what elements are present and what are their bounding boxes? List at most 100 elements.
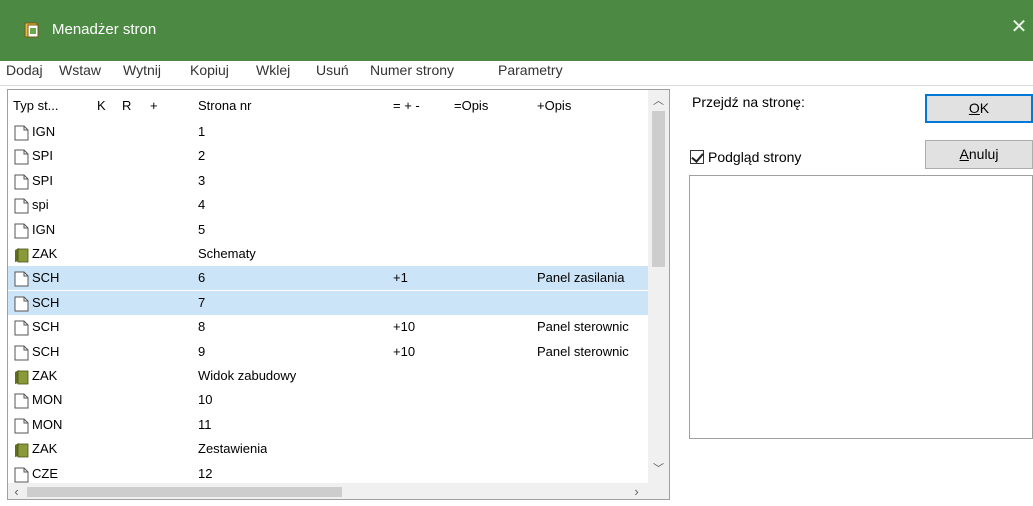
- horizontal-scrollbar[interactable]: ‹ ›: [8, 483, 648, 499]
- menu-item-usun[interactable]: Usuń: [316, 62, 349, 78]
- vertical-scroll-thumb[interactable]: [652, 111, 665, 267]
- table-row[interactable]: SCH 9 +10 Panel sterownic: [8, 340, 648, 364]
- column-typ[interactable]: Typ st...: [13, 98, 59, 113]
- menu-item-parametry[interactable]: Parametry: [498, 62, 563, 78]
- page-icon: [14, 296, 29, 312]
- page-icon: [14, 125, 29, 141]
- page-list[interactable]: Typ st... K R + Strona nr = + - =Opis +O…: [7, 89, 670, 500]
- column-strona-nr[interactable]: Strona nr: [198, 98, 251, 113]
- menu-bar: Dodaj Wstaw Wytnij Kopiuj Wklej Usuń Num…: [0, 61, 1033, 86]
- row-page-number: Widok zabudowy: [198, 368, 297, 383]
- table-row[interactable]: SPI 3: [8, 169, 648, 193]
- row-page-number: 3: [198, 172, 206, 188]
- scroll-down-icon[interactable]: ﹀: [648, 460, 669, 478]
- scroll-corner: [648, 483, 669, 499]
- table-row[interactable]: MON 10: [8, 388, 648, 412]
- table-row[interactable]: IGN 1: [8, 120, 648, 144]
- row-type: SCH: [32, 319, 60, 335]
- row-delta: +1: [393, 270, 408, 286]
- preview-label: Podgląd strony: [708, 149, 802, 165]
- column-plus[interactable]: +: [150, 98, 158, 113]
- row-type: IGN: [32, 124, 56, 139]
- cancel-mnemonic: A: [959, 146, 969, 162]
- column-delta[interactable]: = + -: [393, 98, 420, 113]
- row-page-number: 2: [198, 148, 206, 164]
- page-icon: [14, 223, 29, 239]
- preview-checkbox[interactable]: Podgląd strony: [690, 149, 801, 165]
- table-row[interactable]: ZAK Schematy: [8, 242, 648, 266]
- column-opis[interactable]: =Opis: [454, 98, 488, 113]
- table-row[interactable]: spi 4: [8, 193, 648, 217]
- row-page-number: 4: [198, 197, 206, 213]
- menu-item-kopiuj[interactable]: Kopiuj: [190, 62, 229, 78]
- menu-item-numer-strony[interactable]: Numer strony: [370, 62, 454, 78]
- row-delta: +10: [393, 319, 416, 335]
- menu-item-wklej[interactable]: Wklej: [256, 62, 290, 78]
- page-icon: [14, 198, 29, 214]
- title-bar: Menadżer stron ✕: [0, 0, 1033, 61]
- table-row[interactable]: SCH 8 +10 Panel sterownic: [8, 315, 648, 339]
- row-type: SCH: [32, 343, 60, 359]
- row-type: ZAK: [32, 368, 58, 383]
- row-type: MON: [32, 416, 63, 432]
- table-row[interactable]: MON 11: [8, 413, 648, 437]
- row-plus-opis: Panel sterownic: [537, 343, 629, 359]
- cancel-button[interactable]: Anuluj: [925, 140, 1033, 169]
- folder-icon: [15, 443, 29, 458]
- table-row[interactable]: ZAK Widok zabudowy: [8, 364, 648, 388]
- scroll-left-icon[interactable]: ‹: [8, 483, 25, 499]
- scroll-right-icon[interactable]: ›: [628, 483, 645, 499]
- row-type: SPI: [32, 148, 53, 164]
- app-icon: [24, 22, 39, 38]
- row-page-number: 12: [198, 465, 213, 481]
- table-row[interactable]: SPI 2: [8, 144, 648, 168]
- table-row[interactable]: ZAK Zestawienia: [8, 437, 648, 461]
- vertical-scrollbar[interactable]: ︿ ﹀: [648, 90, 669, 483]
- page-icon: [14, 149, 29, 165]
- menu-item-dodaj[interactable]: Dodaj: [6, 62, 43, 78]
- table-row[interactable]: CZE 12: [8, 462, 648, 486]
- menu-item-wstaw[interactable]: Wstaw: [59, 62, 101, 78]
- table-row[interactable]: SCH 7: [8, 290, 648, 315]
- row-type: spi: [32, 197, 49, 213]
- row-type: ZAK: [32, 246, 58, 261]
- table-row[interactable]: SCH 6 +1 Panel zasilania: [8, 266, 648, 291]
- scroll-up-icon[interactable]: ︿: [648, 92, 669, 110]
- horizontal-scroll-thumb[interactable]: [27, 487, 342, 497]
- page-icon: [14, 320, 29, 336]
- page-icon: [14, 393, 29, 409]
- row-type: MON: [32, 392, 63, 408]
- row-type: IGN: [32, 221, 56, 237]
- column-header: Typ st... K R + Strona nr = + - =Opis +O…: [8, 90, 648, 120]
- ok-mnemonic: O: [968, 100, 980, 116]
- table-row[interactable]: IGN 5: [8, 218, 648, 242]
- table-body: IGN 1 SPI 2 SPI 3 spi 4 IGN 5 ZAK Schematy SCH 6 +1 Pan…: [8, 120, 648, 486]
- row-type: SCH: [32, 294, 60, 310]
- folder-icon: [15, 248, 29, 263]
- row-page-number: 6: [198, 270, 206, 286]
- page-icon: [14, 418, 29, 434]
- row-page-number: Schematy: [198, 246, 256, 261]
- row-type: SPI: [32, 172, 53, 188]
- row-type: CZE: [32, 465, 58, 481]
- goto-page-input[interactable]: [690, 117, 904, 142]
- goto-label: Przejdź na stronę:: [692, 94, 805, 110]
- window-title: Menadżer stron: [52, 21, 157, 38]
- column-k[interactable]: K: [97, 98, 106, 113]
- ok-button[interactable]: OK: [925, 94, 1033, 123]
- row-page-number: Zestawienia: [198, 441, 268, 457]
- row-plus-opis: Panel sterownic: [537, 319, 629, 335]
- column-r[interactable]: R: [122, 98, 131, 113]
- row-plus-opis: Panel zasilania: [537, 270, 625, 286]
- row-page-number: 5: [198, 221, 206, 237]
- row-delta: +10: [393, 343, 416, 359]
- menu-item-wytnij[interactable]: Wytnij: [123, 62, 161, 78]
- page-icon: [14, 271, 29, 287]
- folder-icon: [15, 370, 29, 385]
- close-icon[interactable]: ✕: [1009, 16, 1029, 38]
- row-page-number: 10: [198, 392, 213, 408]
- column-plus-opis[interactable]: +Opis: [537, 98, 571, 113]
- page-icon: [14, 174, 29, 190]
- checkbox-checked-icon[interactable]: [690, 150, 704, 164]
- page-icon: [14, 345, 29, 361]
